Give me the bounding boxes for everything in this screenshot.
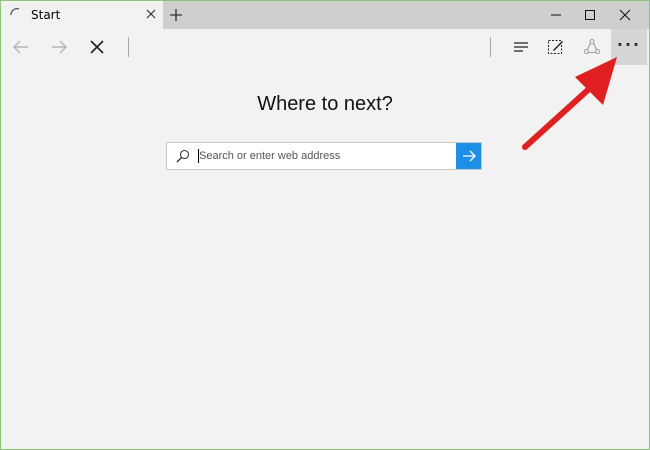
- tab-title: Start: [31, 8, 61, 22]
- minimize-icon: [551, 14, 561, 16]
- annotation-arrow-icon: [522, 57, 617, 150]
- loading-spinner-icon: [10, 8, 20, 16]
- more-dots-icon: ···: [616, 35, 642, 54]
- new-tab-plus-icon[interactable]: [167, 6, 185, 24]
- toolbar-separator: [490, 37, 491, 57]
- tab-close-icon[interactable]: [144, 7, 158, 21]
- stop-button[interactable]: [79, 29, 115, 65]
- tab-start[interactable]: Start: [1, 1, 163, 29]
- address-separator: [128, 37, 129, 57]
- arrow-left-icon: [13, 40, 28, 54]
- maximize-button[interactable]: [572, 1, 608, 29]
- go-button[interactable]: [456, 143, 481, 169]
- arrow-right-icon: [52, 40, 67, 54]
- browser-window: Start ··· Where to next? Search or enter…: [0, 0, 650, 450]
- maximize-icon: [585, 10, 595, 20]
- search-icon: [176, 149, 190, 163]
- title-bar: Start: [1, 1, 649, 29]
- forward-button[interactable]: [41, 29, 77, 65]
- back-button[interactable]: [3, 29, 39, 65]
- search-box: [166, 142, 482, 170]
- close-icon: [90, 40, 104, 54]
- close-window-button[interactable]: [607, 1, 643, 29]
- arrow-right-icon: [463, 150, 476, 162]
- search-input[interactable]: [199, 147, 449, 165]
- minimize-button[interactable]: [538, 1, 574, 29]
- close-icon: [619, 9, 631, 21]
